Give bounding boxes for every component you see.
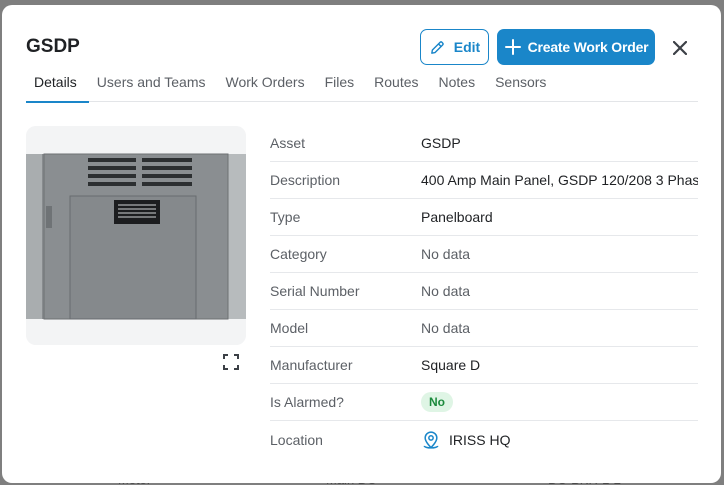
tab-notes[interactable]: Notes — [431, 71, 488, 102]
detail-value: No data — [421, 283, 471, 299]
close-button[interactable] — [668, 36, 692, 60]
detail-label: Serial Number — [270, 283, 360, 299]
tab-users-and-teams[interactable]: Users and Teams — [89, 71, 218, 102]
detail-label: Manufacturer — [270, 357, 353, 373]
detail-row-location: Location IRISS HQ — [270, 421, 698, 458]
tab-details[interactable]: Details — [26, 71, 89, 103]
edit-button-label: Edit — [453, 39, 481, 55]
asset-image-card — [26, 126, 246, 345]
detail-row-type: Type Panelboard — [270, 199, 698, 236]
location-pin-icon — [423, 430, 439, 449]
asset-details-modal: GSDP Edit Create Work Order Details User… — [2, 5, 721, 483]
status-badge: No — [421, 392, 453, 412]
detail-value: 400 Amp Main Panel, GSDP 120/208 3 Phase — [421, 172, 698, 188]
detail-label: Is Alarmed? — [270, 394, 344, 410]
detail-value: No data — [421, 320, 471, 336]
detail-row-category: Category No data — [270, 236, 698, 273]
create-work-order-label: Create Work Order — [527, 39, 649, 55]
location-link[interactable]: IRISS HQ — [449, 432, 510, 448]
modal-title: GSDP — [26, 36, 80, 57]
detail-label: Category — [270, 246, 327, 262]
tab-files[interactable]: Files — [317, 71, 367, 102]
detail-value: GSDP — [421, 135, 461, 151]
detail-row-description: Description 400 Amp Main Panel, GSDP 120… — [270, 162, 698, 199]
close-icon — [673, 41, 687, 55]
tab-routes[interactable]: Routes — [366, 71, 430, 102]
detail-value: Panelboard — [421, 209, 493, 225]
tab-work-orders[interactable]: Work Orders — [217, 71, 316, 102]
create-work-order-button[interactable]: Create Work Order — [497, 29, 655, 65]
fullscreen-icon[interactable] — [223, 354, 239, 370]
detail-label: Asset — [270, 135, 306, 151]
detail-label: Model — [270, 320, 309, 336]
detail-row-serial-number: Serial Number No data — [270, 273, 698, 310]
tab-sensors[interactable]: Sensors — [487, 71, 558, 102]
detail-row-manufacturer: Manufacturer Square D — [270, 347, 698, 384]
detail-value: Square D — [421, 357, 481, 373]
asset-photo[interactable] — [26, 126, 246, 345]
tab-bar: Details Users and Teams Work Orders File… — [26, 71, 698, 103]
plus-icon — [504, 39, 521, 55]
asset-details-table: Asset GSDP Description 400 Amp Main Pane… — [270, 125, 698, 458]
detail-label: Location — [270, 431, 323, 448]
edit-button[interactable]: Edit — [420, 29, 489, 65]
detail-row-model: Model No data — [270, 310, 698, 347]
pencil-icon — [430, 40, 444, 54]
detail-label: Description — [270, 172, 341, 188]
detail-value: No data — [421, 246, 471, 262]
detail-row-asset: Asset GSDP — [270, 125, 698, 162]
detail-row-is-alarmed: Is Alarmed? No — [270, 384, 698, 421]
detail-label: Type — [270, 209, 301, 225]
